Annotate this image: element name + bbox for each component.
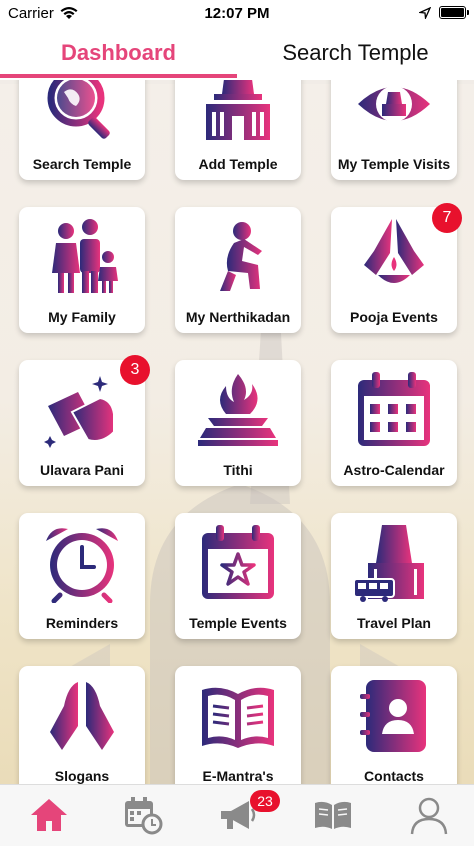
tile-label: Slogans (54, 768, 110, 784)
tile-label: Astro-Calendar (343, 462, 445, 478)
tile-label: E-Mantra's (202, 768, 274, 784)
fire-altar-icon (198, 374, 278, 446)
tab-dashboard[interactable]: Dashboard (0, 28, 237, 80)
tile-label: Travel Plan (357, 615, 431, 631)
tile-contacts[interactable]: Contacts (331, 666, 457, 784)
ulavara-pani-badge: 3 (120, 355, 150, 385)
tile-label: My Nerthikadan (185, 309, 291, 325)
eye-temple-icon (358, 86, 430, 122)
tile-label: Add Temple (198, 156, 278, 172)
cleaning-hand-icon (44, 376, 115, 448)
alarm-clock-icon (46, 528, 118, 603)
tile-e-mantras[interactable]: E-Mantra's (175, 666, 301, 784)
tile-search-temple[interactable]: Search Temple (19, 80, 145, 180)
top-tab-bar: Dashboard Search Temple (0, 28, 474, 80)
status-indicators (419, 6, 469, 19)
tile-label: Tithi (223, 462, 253, 478)
tile-label: Search Temple (32, 156, 132, 172)
pooja-events-badge: 7 (432, 203, 462, 233)
family-icon (52, 219, 118, 293)
tile-temple-events[interactable]: Temple Events (175, 513, 301, 639)
battery-icon (439, 6, 469, 19)
temple-icon (206, 80, 270, 140)
status-time: 12:07 PM (204, 5, 270, 22)
home-icon[interactable] (29, 795, 69, 835)
tile-slogans[interactable]: Slogans (19, 666, 145, 784)
book-icon[interactable] (313, 795, 353, 835)
tile-travel-plan[interactable]: Travel Plan (331, 513, 457, 639)
tile-astro-calendar[interactable]: Astro-Calendar (331, 360, 457, 486)
tile-label: Temple Events (189, 615, 287, 631)
temple-bus-icon (354, 525, 424, 602)
tile-my-family[interactable]: My Family (19, 207, 145, 333)
open-book-icon (202, 687, 274, 748)
dashboard-grid: Search Temple Add Temple My Temple Visit… (0, 80, 474, 784)
bottom-navigation: 23 (0, 784, 474, 846)
tile-label: Ulavara Pani (39, 462, 125, 478)
calendar-star-icon (202, 525, 274, 599)
tab-search-temple[interactable]: Search Temple (237, 28, 474, 80)
tile-label: My Temple Visits (337, 156, 451, 172)
calendar-clock-icon[interactable] (123, 795, 163, 835)
tile-my-nerthikadan[interactable]: My Nerthikadan (175, 207, 301, 333)
contact-book-icon (360, 680, 426, 752)
tile-add-temple[interactable]: Add Temple (175, 80, 301, 180)
tile-tithi[interactable]: Tithi (175, 360, 301, 486)
tile-label: Pooja Events (350, 309, 438, 325)
praying-hands-lamp-icon (364, 219, 424, 283)
tile-reminders[interactable]: Reminders (19, 513, 145, 639)
kneeling-person-icon (220, 222, 262, 291)
tile-my-temple-visits[interactable]: My Temple Visits (331, 80, 457, 180)
tile-label: Reminders (45, 615, 119, 631)
active-tab-indicator (0, 74, 237, 78)
location-arrow-icon (419, 6, 431, 19)
status-bar: Carrier 12:07 PM (0, 0, 474, 28)
globe-magnifier-icon (47, 80, 110, 139)
namaste-hands-icon (50, 682, 114, 750)
tile-label: My Family (48, 309, 116, 325)
tile-label: Contacts (364, 768, 424, 784)
calendar-icon (358, 372, 430, 446)
user-icon[interactable] (409, 795, 449, 835)
notifications-badge: 23 (250, 790, 280, 812)
